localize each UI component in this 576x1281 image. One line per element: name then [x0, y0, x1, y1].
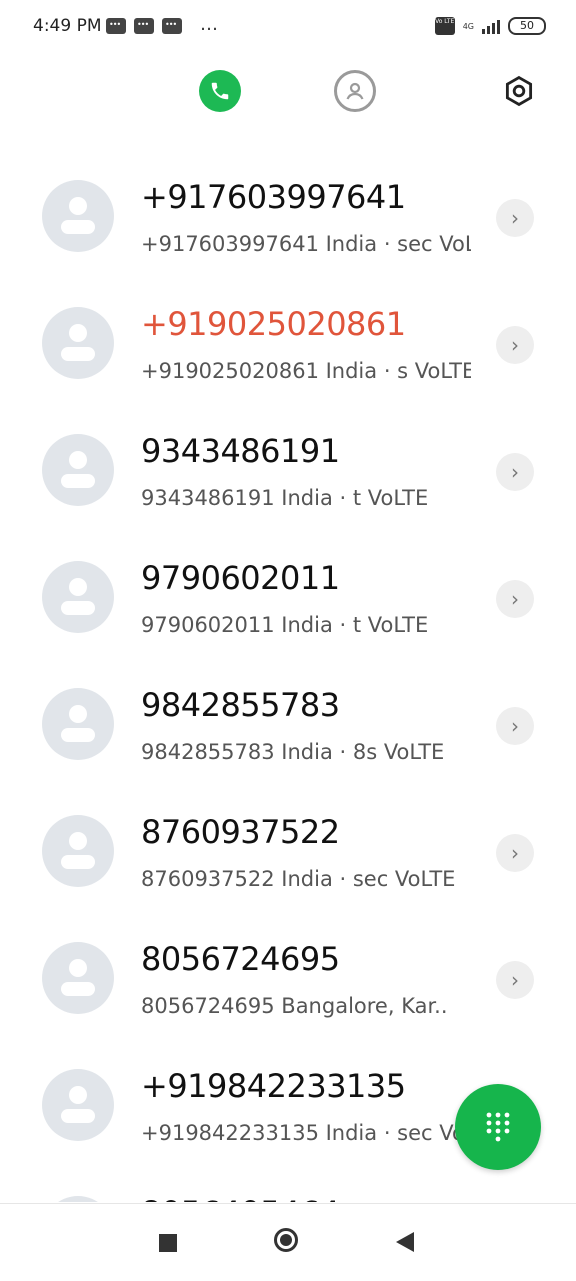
tab-settings[interactable]: [498, 70, 540, 112]
recents-icon[interactable]: [159, 1234, 177, 1252]
chevron-right-icon[interactable]: ›: [496, 961, 534, 999]
call-detail: 9343486191 India · t VoLTE: [141, 486, 429, 510]
list-item[interactable]: 9343486191 9343486191 India · t VoLTE ›: [0, 406, 576, 533]
status-time: 4:49 PM: [33, 16, 102, 36]
list-item[interactable]: 8760937522 8760937522 India · sec VoLTE …: [0, 787, 576, 914]
list-item[interactable]: +919025020861 +919025020861 India · s Vo…: [0, 279, 576, 406]
caller-number: 8056405464: [141, 1194, 340, 1202]
caller-number: 8056724695: [141, 940, 340, 978]
network-type: 4G: [462, 21, 474, 31]
avatar: [42, 1069, 114, 1141]
message-icon: [106, 18, 126, 34]
status-right: Vo LTE 4G 50: [434, 17, 546, 35]
call-detail: +919842233135 India · sec VoLTE: [141, 1121, 471, 1145]
avatar: [42, 815, 114, 887]
list-item[interactable]: 9842855783 9842855783 India · 8s VoLTE ›: [0, 660, 576, 787]
call-detail: 8056724695 Bangalore, Kar..: [141, 994, 448, 1018]
call-detail: +919025020861 India · s VoLTE: [141, 359, 471, 383]
contact-icon: [346, 82, 364, 100]
status-bar: 4:49 PM … Vo LTE 4G 50: [0, 0, 576, 56]
chevron-right-icon[interactable]: ›: [496, 707, 534, 745]
battery-icon: 50: [508, 17, 546, 35]
list-item[interactable]: +917603997641 +917603997641 India · sec …: [0, 152, 576, 279]
call-detail: +917603997641 India · sec VoLTE: [141, 232, 471, 256]
caller-number: 8760937522: [141, 813, 340, 851]
notification-icons: [106, 18, 182, 34]
message-icon: [134, 18, 154, 34]
avatar: [42, 180, 114, 252]
avatar: [42, 434, 114, 506]
chevron-right-icon[interactable]: ›: [496, 326, 534, 364]
chevron-right-icon[interactable]: ›: [496, 199, 534, 237]
dialpad-button[interactable]: [455, 1084, 541, 1170]
tab-phone[interactable]: [199, 70, 241, 112]
home-icon[interactable]: [274, 1228, 298, 1252]
list-item[interactable]: 8056724695 8056724695 Bangalore, Kar.. ›: [0, 914, 576, 1041]
phone-icon: [211, 82, 229, 100]
chevron-right-icon[interactable]: ›: [496, 453, 534, 491]
settings-icon: [505, 75, 533, 107]
back-icon[interactable]: [396, 1232, 414, 1252]
inbox-icon: [162, 18, 182, 34]
caller-number: +919025020861: [141, 305, 406, 343]
avatar: [42, 688, 114, 760]
caller-number: +917603997641: [141, 178, 406, 216]
call-log-list: +917603997641 +917603997641 India · sec …: [0, 152, 576, 1202]
list-item[interactable]: 9790602011 9790602011 India · t VoLTE ›: [0, 533, 576, 660]
caller-number: +919842233135: [141, 1067, 406, 1105]
navigation-bar: [0, 1203, 576, 1281]
call-detail: 8760937522 India · sec VoLTE: [141, 867, 456, 891]
signal-icon: [482, 18, 500, 34]
call-detail: 9790602011 India · t VoLTE: [141, 613, 429, 637]
avatar: [42, 942, 114, 1014]
list-item[interactable]: 8056405464: [0, 1168, 576, 1202]
avatar: [42, 1196, 114, 1202]
tab-contacts[interactable]: [334, 70, 376, 112]
caller-number: 9790602011: [141, 559, 340, 597]
volte-icon: Vo LTE: [434, 17, 455, 35]
dialpad-icon: [486, 1112, 510, 1142]
more-notifications-icon: …: [200, 14, 219, 35]
avatar: [42, 307, 114, 379]
chevron-right-icon[interactable]: ›: [496, 834, 534, 872]
top-tabs: [0, 70, 576, 114]
chevron-right-icon[interactable]: ›: [496, 580, 534, 618]
avatar: [42, 561, 114, 633]
call-detail: 9842855783 India · 8s VoLTE: [141, 740, 445, 764]
caller-number: 9842855783: [141, 686, 340, 724]
caller-number: 9343486191: [141, 432, 340, 470]
